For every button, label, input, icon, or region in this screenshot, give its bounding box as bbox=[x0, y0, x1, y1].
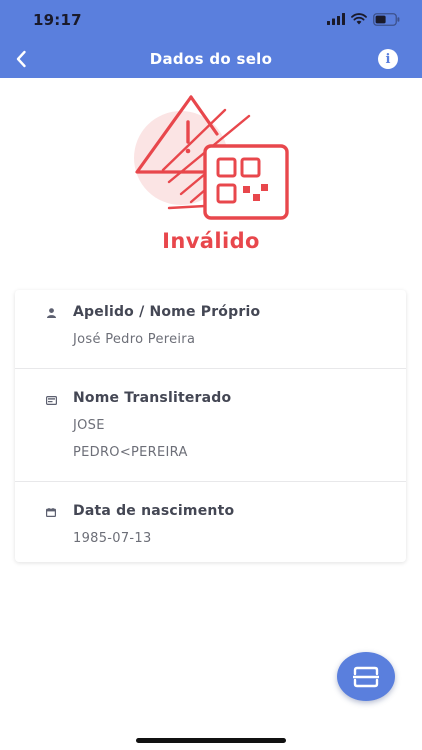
field-row-birth-date: Data de nascimento 1985-07-13 bbox=[15, 481, 406, 562]
field-label: Apelido / Nome Próprio bbox=[73, 304, 261, 320]
scan-button[interactable] bbox=[337, 652, 395, 701]
field-row-name: Apelido / Nome Próprio José Pedro Pereir… bbox=[15, 290, 406, 369]
field-label: Nome Transliterado bbox=[73, 390, 232, 406]
field-value: 1985-07-13 bbox=[73, 531, 152, 546]
verification-illustration-area bbox=[0, 90, 422, 230]
page-title: Dados do selo bbox=[149, 50, 273, 68]
field-value: PEDRO<PEREIRA bbox=[73, 445, 188, 460]
status-icons bbox=[327, 12, 400, 26]
field-label: Data de nascimento bbox=[73, 503, 235, 519]
document-details-card: Apelido / Nome Próprio José Pedro Pereir… bbox=[15, 290, 406, 562]
cellular-signal-icon bbox=[327, 13, 345, 25]
warning-qr-code-illustration bbox=[134, 95, 289, 220]
status-time: 19:17 bbox=[33, 11, 82, 29]
field-row-transliterated-name: Nome Transliterado JOSE PEDRO<PEREIRA bbox=[15, 368, 406, 482]
info-button[interactable]: i bbox=[378, 49, 398, 69]
verification-status: Inválido bbox=[162, 229, 260, 253]
info-icon: i bbox=[385, 51, 391, 67]
field-value: José Pedro Pereira bbox=[73, 332, 196, 347]
battery-icon bbox=[373, 12, 400, 26]
status-bar: 19:17 bbox=[0, 0, 422, 40]
scan-icon bbox=[353, 666, 379, 687]
home-indicator[interactable] bbox=[136, 738, 286, 743]
navigation-bar: Dados do selo i bbox=[0, 40, 422, 78]
wifi-icon bbox=[351, 13, 367, 25]
id-card-icon bbox=[45, 394, 57, 406]
calendar-icon bbox=[45, 506, 57, 518]
field-value: JOSE bbox=[73, 418, 105, 433]
person-icon bbox=[45, 307, 57, 319]
